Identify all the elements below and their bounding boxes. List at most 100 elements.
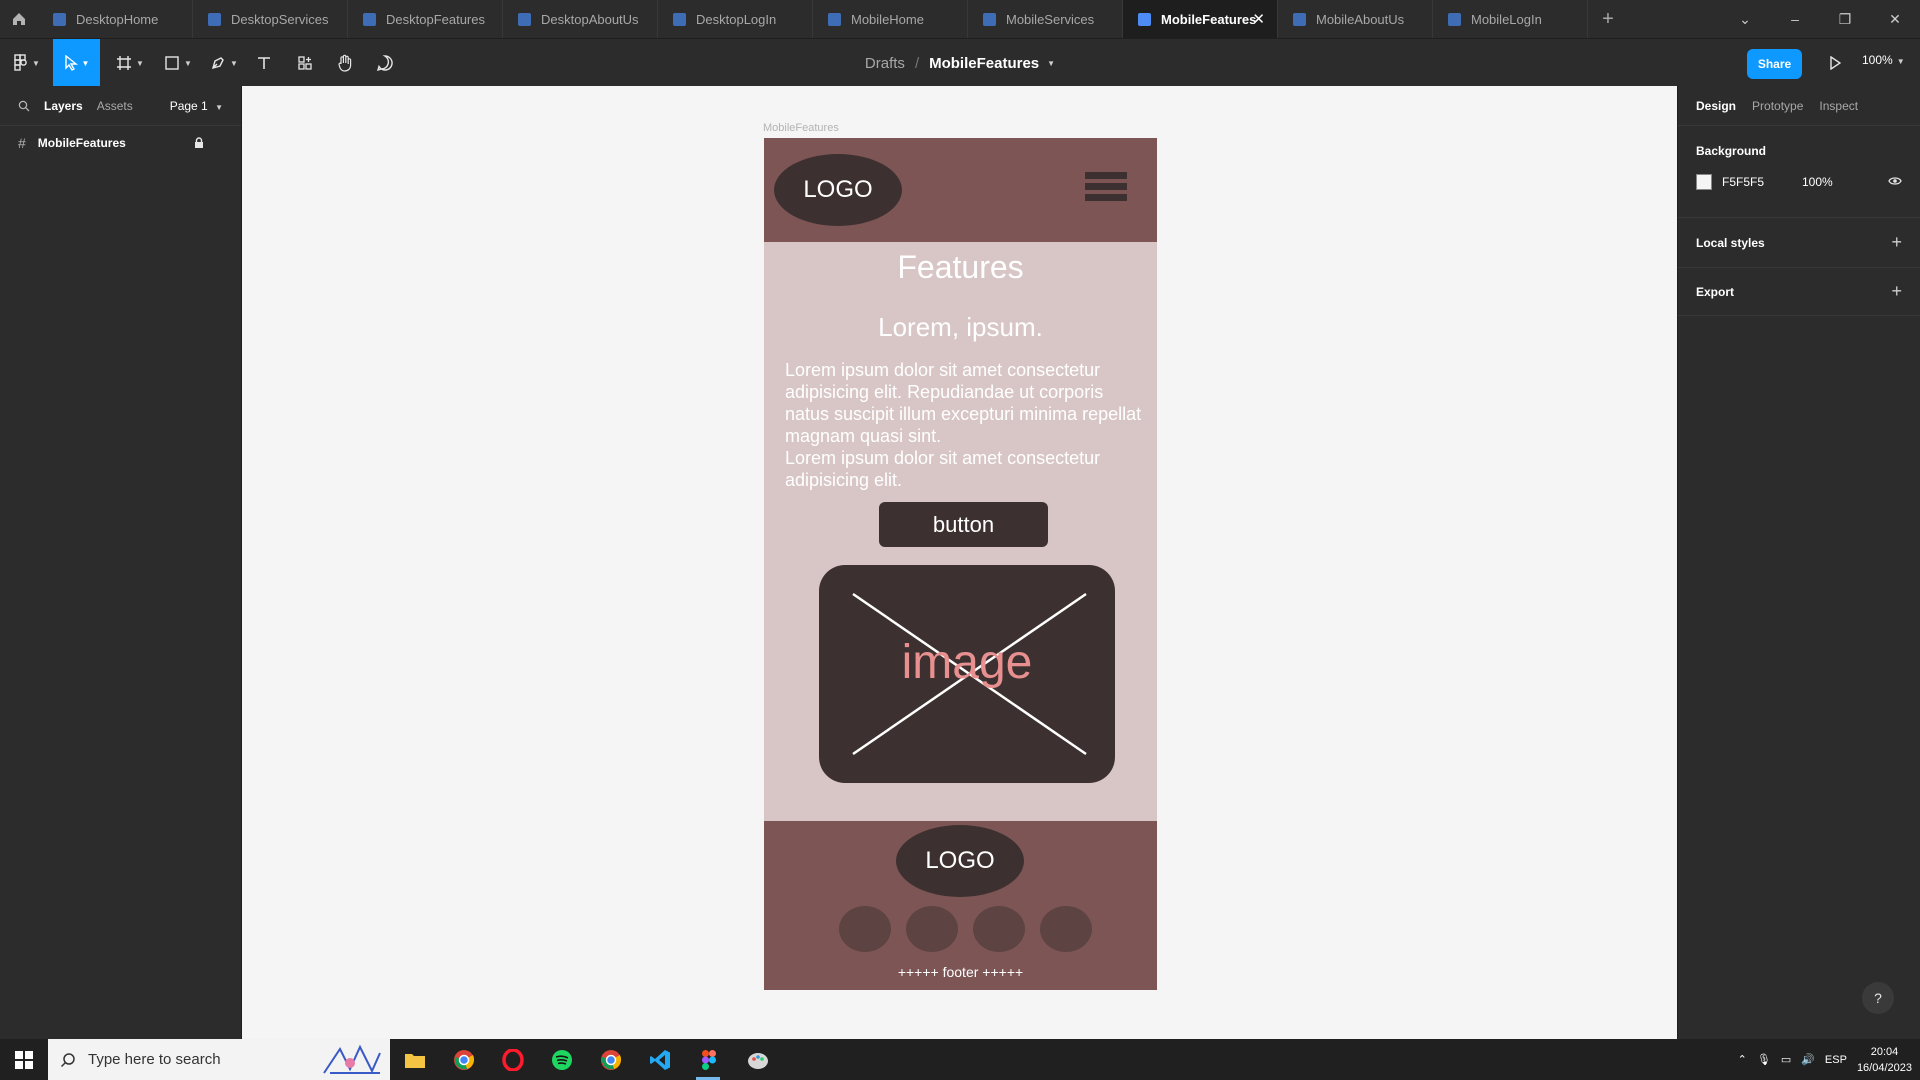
language-indicator[interactable]: ESP <box>1825 1054 1847 1066</box>
help-button[interactable]: ? <box>1862 982 1894 1014</box>
right-panel-tabs: Design Prototype Inspect <box>1678 86 1920 126</box>
tab-label: DesktopAboutUs <box>541 11 639 27</box>
pen-tool[interactable]: ▼ <box>206 39 242 87</box>
share-button[interactable]: Share <box>1747 49 1802 79</box>
layer-item[interactable]: # MobileFeatures <box>0 128 241 158</box>
tab-assets[interactable]: Assets <box>97 99 133 113</box>
file-icon <box>1448 12 1461 26</box>
close-tab-icon[interactable]: ✕ <box>1252 10 1265 28</box>
chrome-icon[interactable] <box>586 1039 635 1080</box>
mockup-body-text[interactable]: Lorem ipsum dolor sit amet consectetur a… <box>785 359 1145 491</box>
image-label: image <box>901 636 1033 689</box>
frame-tool[interactable]: ▼ <box>112 39 148 87</box>
tab-mobilefeatures[interactable]: MobileFeatures ✕ <box>1123 0 1278 38</box>
taskbar: Type here to search ⌃ 🎙 ▭ 🔊 ESP 20:04 16… <box>0 1039 1920 1080</box>
figma-app-icon[interactable] <box>684 1039 733 1080</box>
shape-tool[interactable]: ▼ <box>160 39 196 87</box>
tab-mobileaboutus[interactable]: MobileAboutUs <box>1278 0 1433 38</box>
paint-app-icon[interactable] <box>733 1039 782 1080</box>
minimize-icon[interactable]: – <box>1770 0 1820 38</box>
background-section: Background F5F5F5 100% <box>1678 126 1920 218</box>
mobile-frame[interactable]: LOGO Features Lorem, ipsum. Lorem ipsum … <box>764 138 1157 990</box>
close-window-icon[interactable]: ✕ <box>1870 0 1920 38</box>
comment-icon <box>376 55 393 72</box>
social-icon[interactable] <box>1040 906 1092 952</box>
restore-icon[interactable]: ❐ <box>1820 0 1870 38</box>
mockup-title[interactable]: Features <box>764 249 1157 286</box>
home-icon[interactable] <box>0 0 38 38</box>
footer-text[interactable]: +++++ footer +++++ <box>764 964 1157 980</box>
mockup-subtitle[interactable]: Lorem, ipsum. <box>764 312 1157 343</box>
new-tab-button[interactable]: + <box>1588 0 1628 38</box>
tab-label: DesktopServices <box>231 11 329 27</box>
tab-desktopfeatures[interactable]: DesktopFeatures <box>348 0 503 38</box>
mockup-header[interactable]: LOGO <box>764 138 1157 242</box>
windows-start-icon[interactable] <box>0 1039 48 1080</box>
hamburger-menu-icon[interactable] <box>1085 172 1127 212</box>
footer-logo[interactable]: LOGO <box>896 825 1024 897</box>
tab-design[interactable]: Design <box>1696 99 1736 113</box>
taskbar-search-input[interactable]: Type here to search <box>48 1039 390 1080</box>
tab-desktopaboutus[interactable]: DesktopAboutUs <box>503 0 658 38</box>
comment-tool[interactable] <box>373 39 397 87</box>
move-tool[interactable]: ▼ <box>53 39 100 87</box>
mockup-button[interactable]: button <box>879 502 1048 547</box>
canvas[interactable]: MobileFeatures LOGO Features Lorem, ipsu… <box>242 86 1677 1039</box>
header-logo[interactable]: LOGO <box>774 154 902 226</box>
tab-prototype[interactable]: Prototype <box>1752 99 1803 113</box>
search-icon[interactable] <box>18 100 30 112</box>
spotify-icon[interactable] <box>537 1039 586 1080</box>
present-button[interactable] <box>1823 51 1847 75</box>
tab-label: DesktopLogIn <box>696 11 777 27</box>
hand-tool[interactable] <box>333 39 357 87</box>
page-selector[interactable]: Page 1 ▼ <box>170 99 223 113</box>
eye-icon[interactable] <box>1888 175 1902 189</box>
social-icon[interactable] <box>839 906 891 952</box>
zoom-control[interactable]: 100% ▼ <box>1862 53 1905 67</box>
file-explorer-icon[interactable] <box>390 1039 439 1080</box>
resources-tool[interactable] <box>293 39 317 87</box>
tab-mobilehome[interactable]: MobileHome <box>813 0 968 38</box>
file-icon <box>1138 12 1151 26</box>
tab-mobilelogin[interactable]: MobileLogIn <box>1433 0 1588 38</box>
tab-desktophome[interactable]: DesktopHome <box>38 0 193 38</box>
opera-icon[interactable] <box>488 1039 537 1080</box>
tab-layers[interactable]: Layers <box>44 99 83 113</box>
color-swatch[interactable] <box>1696 174 1712 190</box>
chevron-down-icon: ▼ <box>1896 57 1905 66</box>
plus-icon[interactable]: + <box>1891 281 1902 302</box>
chevron-up-icon[interactable]: ⌃ <box>1738 1053 1747 1066</box>
chevron-down-icon[interactable]: ⌄ <box>1720 0 1770 38</box>
chevron-down-icon[interactable]: ▼ <box>1047 59 1055 68</box>
plus-icon[interactable]: + <box>1891 232 1902 253</box>
social-icon[interactable] <box>906 906 958 952</box>
local-styles-heading: Local styles <box>1696 235 1765 250</box>
vscode-icon[interactable] <box>635 1039 684 1080</box>
image-placeholder[interactable]: image <box>819 565 1115 783</box>
cursor-icon <box>64 55 78 71</box>
main-menu-button[interactable]: ▼ <box>8 39 46 87</box>
volume-icon[interactable]: 🔊 <box>1801 1053 1815 1066</box>
file-name[interactable]: MobileFeatures <box>929 55 1039 72</box>
tab-mobileservices[interactable]: MobileServices <box>968 0 1123 38</box>
chrome-icon[interactable] <box>439 1039 488 1080</box>
background-opacity[interactable]: 100% <box>1802 175 1833 189</box>
tab-desktopservices[interactable]: DesktopServices <box>193 0 348 38</box>
page-name: Page 1 <box>169 98 208 113</box>
clock[interactable]: 20:04 16/04/2023 <box>1857 1044 1912 1076</box>
chevron-down-icon: ▼ <box>230 58 238 68</box>
social-icon[interactable] <box>973 906 1025 952</box>
frame-label[interactable]: MobileFeatures <box>763 122 839 134</box>
network-icon[interactable]: ▭ <box>1781 1053 1791 1066</box>
background-hex[interactable]: F5F5F5 <box>1722 175 1792 189</box>
file-icon <box>983 12 996 26</box>
mockup-footer[interactable]: LOGO +++++ footer +++++ <box>764 821 1157 990</box>
microphone-icon[interactable]: 🎙 <box>1757 1053 1771 1066</box>
file-icon <box>518 12 531 26</box>
text-tool[interactable] <box>252 39 276 87</box>
tab-inspect[interactable]: Inspect <box>1819 99 1858 113</box>
lock-icon[interactable] <box>194 137 204 152</box>
tab-desktoplogin[interactable]: DesktopLogIn <box>658 0 813 38</box>
export-heading: Export <box>1696 284 1735 299</box>
breadcrumb-drafts[interactable]: Drafts <box>865 55 905 72</box>
